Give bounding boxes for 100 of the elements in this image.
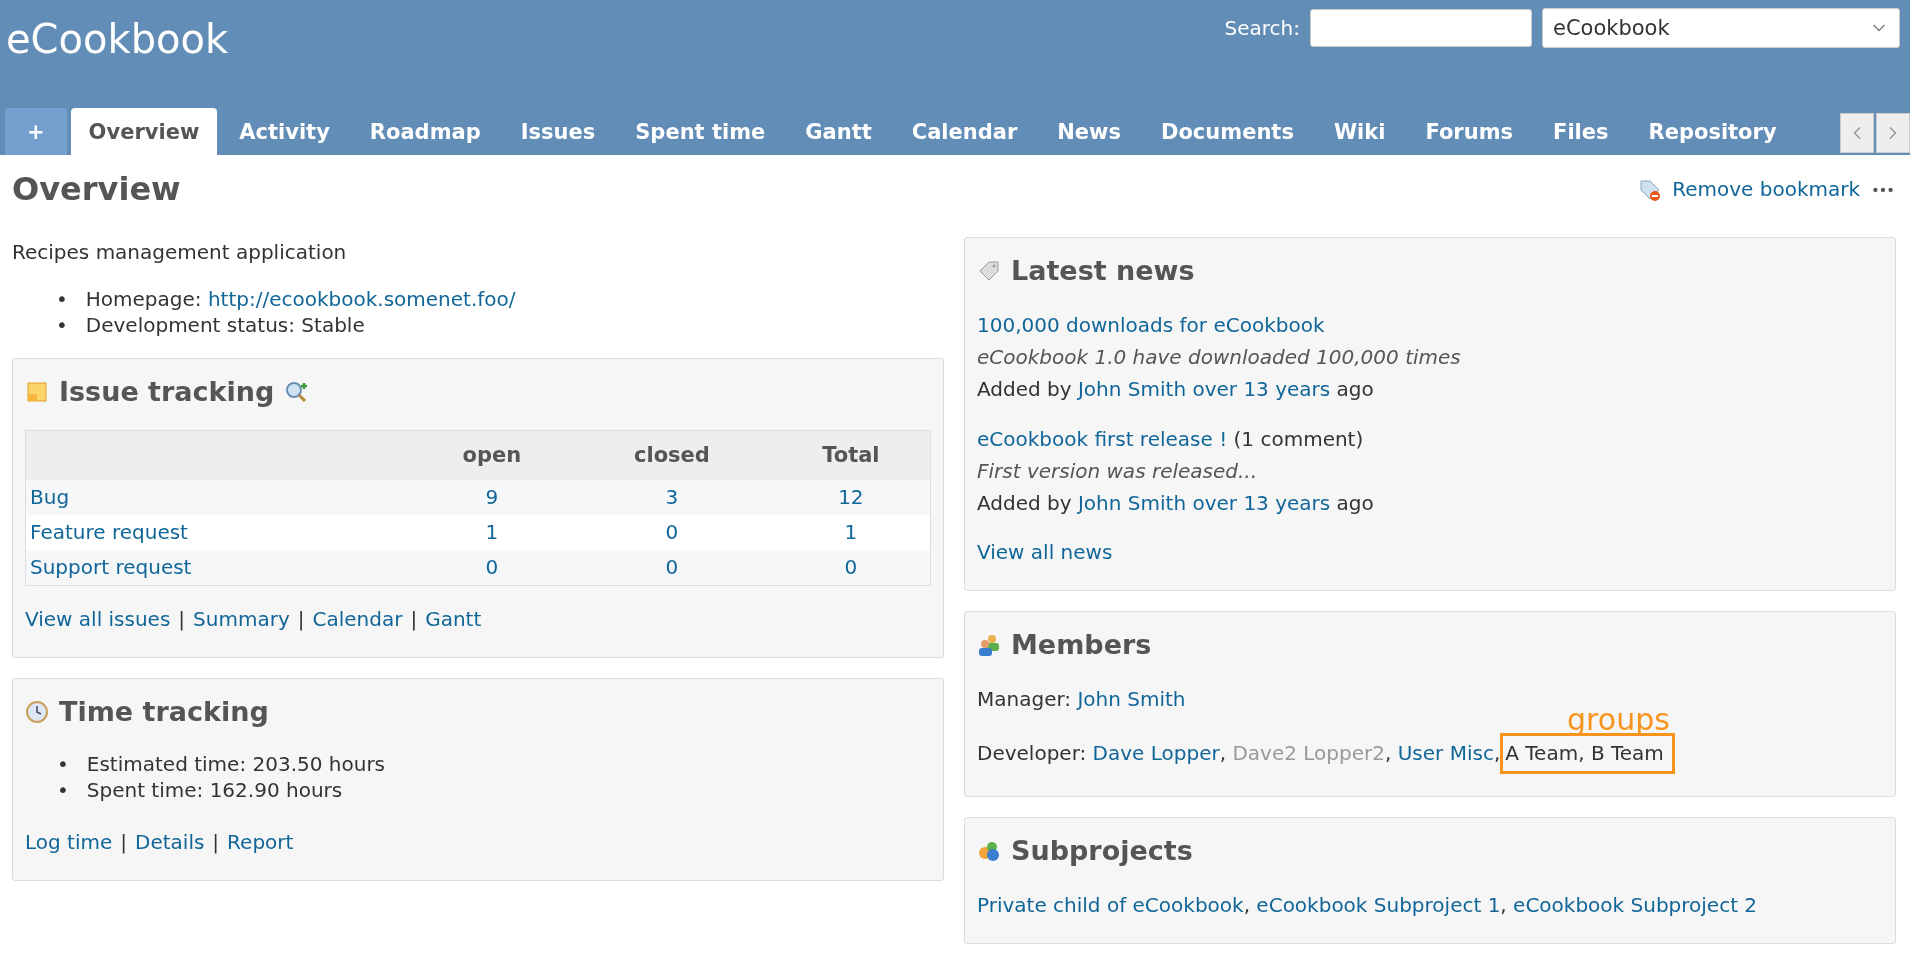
separator: , [1500, 893, 1508, 918]
role-label: Developer: [977, 741, 1087, 766]
scroll-right-button[interactable] [1876, 113, 1910, 153]
search-field[interactable] [1310, 9, 1532, 47]
tag-icon [977, 258, 1001, 283]
news-summary: First version was released... [977, 458, 1259, 486]
panel-link[interactable]: Report [227, 826, 294, 858]
column-header: Total [771, 430, 931, 480]
member-link[interactable]: User Misc [1397, 741, 1494, 766]
panel-title: Time tracking [59, 695, 269, 729]
member-name: Dave2 Lopper2 [1232, 741, 1385, 766]
time-summary: Spent time: 162.90 hours [86, 776, 343, 803]
member-link[interactable]: Dave Lopper [1092, 741, 1220, 766]
separator: | [410, 606, 418, 633]
page-title: Overview [12, 169, 181, 210]
separator: | [178, 606, 186, 633]
panel-link[interactable]: Summary [193, 604, 290, 635]
menu-tab[interactable]: News [1039, 108, 1139, 155]
column-header: closed [572, 430, 772, 480]
age-link[interactable]: over 13 years [1192, 491, 1331, 516]
panel-title: Latest news [1011, 253, 1195, 288]
count-link[interactable]: 0 [665, 520, 679, 544]
count-link[interactable]: 12 [838, 485, 864, 509]
search-label: Search: [1224, 14, 1300, 42]
subproject-link[interactable]: eCookbook Subproject 2 [1513, 893, 1758, 918]
column-header: open [411, 430, 573, 480]
author-link[interactable]: John Smith [1077, 377, 1187, 402]
separator: , [1385, 741, 1393, 766]
people-icon [977, 633, 1001, 658]
count-link[interactable]: 1 [844, 520, 858, 544]
homepage-link[interactable]: http://ecookbook.somenet.foo/ [207, 286, 516, 311]
news-meta: Added by John Smith over 13 years ago [977, 376, 1375, 404]
remove-bookmark-link[interactable]: Remove bookmark [1672, 174, 1860, 206]
panel-title: Members [1011, 628, 1152, 663]
field-label: Development status: [85, 312, 295, 337]
panel-link[interactable]: Details [135, 826, 205, 858]
note-icon [25, 379, 49, 404]
separator: | [120, 828, 127, 856]
separator: | [212, 828, 220, 856]
bullet: • [56, 285, 68, 312]
field-label: Homepage: [85, 286, 202, 311]
project-title: eCookbook [6, 15, 229, 64]
count-link[interactable]: 9 [485, 485, 499, 509]
view-all-news-link[interactable]: View all news [977, 540, 1113, 565]
tracker-link[interactable]: Support request [30, 555, 192, 579]
tracker-link[interactable]: Bug [30, 485, 70, 509]
bullet: • [57, 776, 69, 803]
clock-icon [25, 699, 49, 724]
project-select[interactable]: eCookbook [1542, 8, 1900, 48]
panel-link[interactable]: Calendar [312, 604, 403, 635]
panel-title: Issue tracking [59, 374, 275, 409]
bullet: • [56, 311, 68, 338]
news-title-link[interactable]: 100,000 downloads for eCookbook [977, 313, 1325, 338]
menu-tab[interactable]: Roadmap [351, 108, 499, 155]
panel-title: Subprojects [1011, 834, 1193, 869]
menu-tab[interactable]: Forums [1407, 108, 1532, 155]
menu-tab[interactable]: Documents [1143, 108, 1312, 155]
panel-link[interactable]: Log time [25, 826, 113, 858]
field-value: Stable [301, 312, 365, 337]
group-name: A Team [1505, 741, 1579, 766]
menu-tab[interactable]: Repository [1630, 108, 1795, 155]
news-title-link[interactable]: eCookbook first release ! [977, 427, 1228, 452]
count-link[interactable]: 0 [844, 555, 858, 579]
bookmark-tag-icon [1638, 177, 1663, 202]
group-name: B Team [1590, 741, 1664, 766]
menu-tab[interactable]: Wiki [1315, 108, 1404, 155]
separator: | [297, 606, 305, 633]
author-link[interactable]: John Smith [1077, 491, 1187, 516]
menu-tab[interactable]: Spent time [617, 108, 784, 155]
scroll-left-button[interactable] [1840, 113, 1874, 153]
menu-tab[interactable]: Overview [70, 108, 218, 155]
separator: , [1243, 893, 1251, 918]
panel-link[interactable]: View all issues [25, 604, 171, 635]
count-link[interactable]: 0 [665, 555, 679, 579]
menu-tab[interactable]: Gantt [787, 108, 890, 155]
bullet: • [57, 750, 69, 777]
age-link[interactable]: over 13 years [1192, 377, 1331, 402]
separator: , [1219, 741, 1228, 766]
menu-tab[interactable]: Calendar [893, 108, 1036, 155]
blobs-icon [977, 839, 1001, 864]
panel-link[interactable]: Gantt [425, 604, 482, 635]
menu-tab[interactable]: Files [1535, 108, 1627, 155]
tracker-link[interactable]: Feature request [30, 520, 188, 544]
menu-tab[interactable]: Issues [502, 108, 614, 155]
separator: , [1493, 741, 1501, 766]
role-label: Manager: [977, 687, 1072, 712]
search-plus-icon [284, 379, 309, 404]
member-link[interactable]: John Smith [1077, 687, 1186, 712]
project-description: Recipes management application [12, 238, 348, 266]
news-meta: Added by John Smith over 13 years ago [977, 490, 1375, 518]
time-summary: Estimated time: 203.50 hours [86, 750, 386, 777]
menu-tab[interactable]: Activity [221, 108, 348, 155]
separator: , [1578, 741, 1586, 766]
news-summary: eCookbook 1.0 have downloaded 100,000 times [977, 344, 1462, 372]
count-link[interactable]: 1 [485, 520, 499, 544]
subproject-link[interactable]: Private child of eCookbook [977, 893, 1244, 918]
comment-count: (1 comment) [1233, 427, 1364, 452]
count-link[interactable]: 3 [665, 485, 679, 509]
count-link[interactable]: 0 [485, 555, 499, 579]
subproject-link[interactable]: eCookbook Subproject 1 [1256, 893, 1501, 918]
